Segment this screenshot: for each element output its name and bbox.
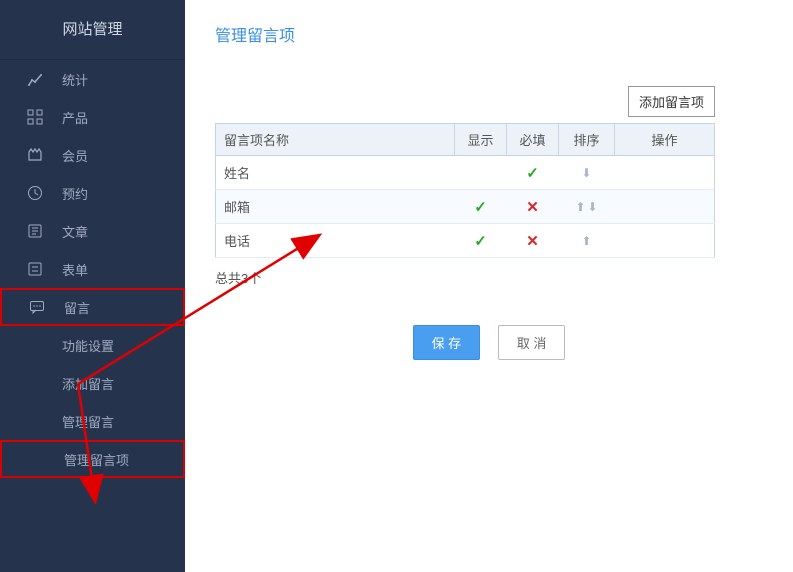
cell-name: 姓名 — [216, 156, 455, 190]
sidebar-subitem-manage-message-items[interactable]: 管理留言项 — [0, 440, 185, 478]
toolbar: 添加留言项 — [185, 86, 715, 117]
table-row: 邮箱 ✓ ✕ ⬆⬇ — [216, 190, 715, 224]
sidebar-title: 网站管理 — [0, 0, 185, 60]
cell-required: ✕ — [507, 224, 559, 258]
sidebar: 网站管理 统计 产品 会员 预约 文章 表单 — [0, 0, 185, 572]
main-content: 管理留言项 添加留言项 留言项名称 显示 必填 排序 操作 姓名✓⬇邮箱✓✕⬆⬇… — [185, 0, 793, 572]
sidebar-item-message[interactable]: 留言 — [0, 288, 185, 326]
save-button[interactable]: 保 存 — [413, 325, 481, 360]
sidebar-item-form[interactable]: 表单 — [0, 250, 185, 288]
cell-name: 电话 — [216, 224, 455, 258]
article-icon — [26, 222, 44, 240]
cell-action — [615, 224, 715, 258]
cell-required: ✕ — [507, 190, 559, 224]
footer-buttons: 保 存 取 消 — [185, 325, 793, 360]
col-header-show: 显示 — [455, 124, 507, 156]
sidebar-item-stats[interactable]: 统计 — [0, 60, 185, 98]
sidebar-item-booking[interactable]: 预约 — [0, 174, 185, 212]
product-icon — [26, 108, 44, 126]
sidebar-item-label: 产品 — [62, 108, 88, 127]
sidebar-item-label: 表单 — [62, 260, 88, 279]
arrow-up-icon[interactable]: ⬆ — [574, 200, 586, 214]
check-icon: ✓ — [526, 165, 539, 182]
cell-required: ✓ — [507, 156, 559, 190]
sidebar-subitem-settings[interactable]: 功能设置 — [0, 326, 185, 364]
sidebar-item-article[interactable]: 文章 — [0, 212, 185, 250]
sidebar-item-product[interactable]: 产品 — [0, 98, 185, 136]
cell-name: 邮箱 — [216, 190, 455, 224]
sidebar-item-label: 统计 — [62, 70, 88, 89]
sidebar-subitem-label: 管理留言项 — [64, 450, 129, 469]
stats-icon — [26, 70, 44, 88]
table-container: 留言项名称 显示 必填 排序 操作 姓名✓⬇邮箱✓✕⬆⬇电话✓✕⬆ — [215, 123, 715, 258]
sidebar-item-label: 预约 — [62, 184, 88, 203]
cross-icon: ✕ — [526, 233, 539, 250]
cell-show: ✓ — [455, 190, 507, 224]
col-header-action: 操作 — [615, 124, 715, 156]
arrow-down-icon[interactable]: ⬇ — [587, 200, 599, 214]
check-icon: ✓ — [474, 199, 487, 216]
col-header-sort: 排序 — [559, 124, 615, 156]
cancel-button[interactable]: 取 消 — [498, 325, 566, 360]
cell-action — [615, 156, 715, 190]
cell-sort: ⬆⬇ — [559, 190, 615, 224]
sidebar-subitem-manage-message[interactable]: 管理留言 — [0, 402, 185, 440]
cell-show — [455, 156, 507, 190]
table-row: 姓名 ✓ ⬇ — [216, 156, 715, 190]
cross-icon: ✕ — [526, 199, 539, 216]
sidebar-item-member[interactable]: 会员 — [0, 136, 185, 174]
add-item-button[interactable]: 添加留言项 — [628, 86, 715, 117]
cell-show: ✓ — [455, 224, 507, 258]
col-header-name: 留言项名称 — [216, 124, 455, 156]
sidebar-subitem-label: 管理留言 — [62, 412, 114, 431]
total-count: 总共3个 — [215, 268, 793, 287]
arrow-up-icon[interactable]: ⬆ — [580, 234, 592, 248]
arrow-down-icon[interactable]: ⬇ — [580, 166, 592, 180]
sidebar-subitem-add-message[interactable]: 添加留言 — [0, 364, 185, 402]
cell-sort: ⬇ — [559, 156, 615, 190]
check-icon: ✓ — [474, 233, 487, 250]
col-header-required: 必填 — [507, 124, 559, 156]
form-icon — [26, 260, 44, 278]
table-row: 电话 ✓ ✕ ⬆ — [216, 224, 715, 258]
sidebar-item-label: 文章 — [62, 222, 88, 241]
sidebar-item-label: 会员 — [62, 146, 88, 165]
sidebar-subitem-label: 添加留言 — [62, 374, 114, 393]
booking-icon — [26, 184, 44, 202]
sidebar-item-label: 留言 — [64, 298, 90, 317]
sidebar-subitem-label: 功能设置 — [62, 336, 114, 355]
page-title: 管理留言项 — [185, 0, 793, 46]
cell-action — [615, 190, 715, 224]
items-table: 留言项名称 显示 必填 排序 操作 姓名✓⬇邮箱✓✕⬆⬇电话✓✕⬆ — [215, 123, 715, 258]
message-icon — [28, 298, 46, 316]
cell-sort: ⬆ — [559, 224, 615, 258]
member-icon — [26, 146, 44, 164]
